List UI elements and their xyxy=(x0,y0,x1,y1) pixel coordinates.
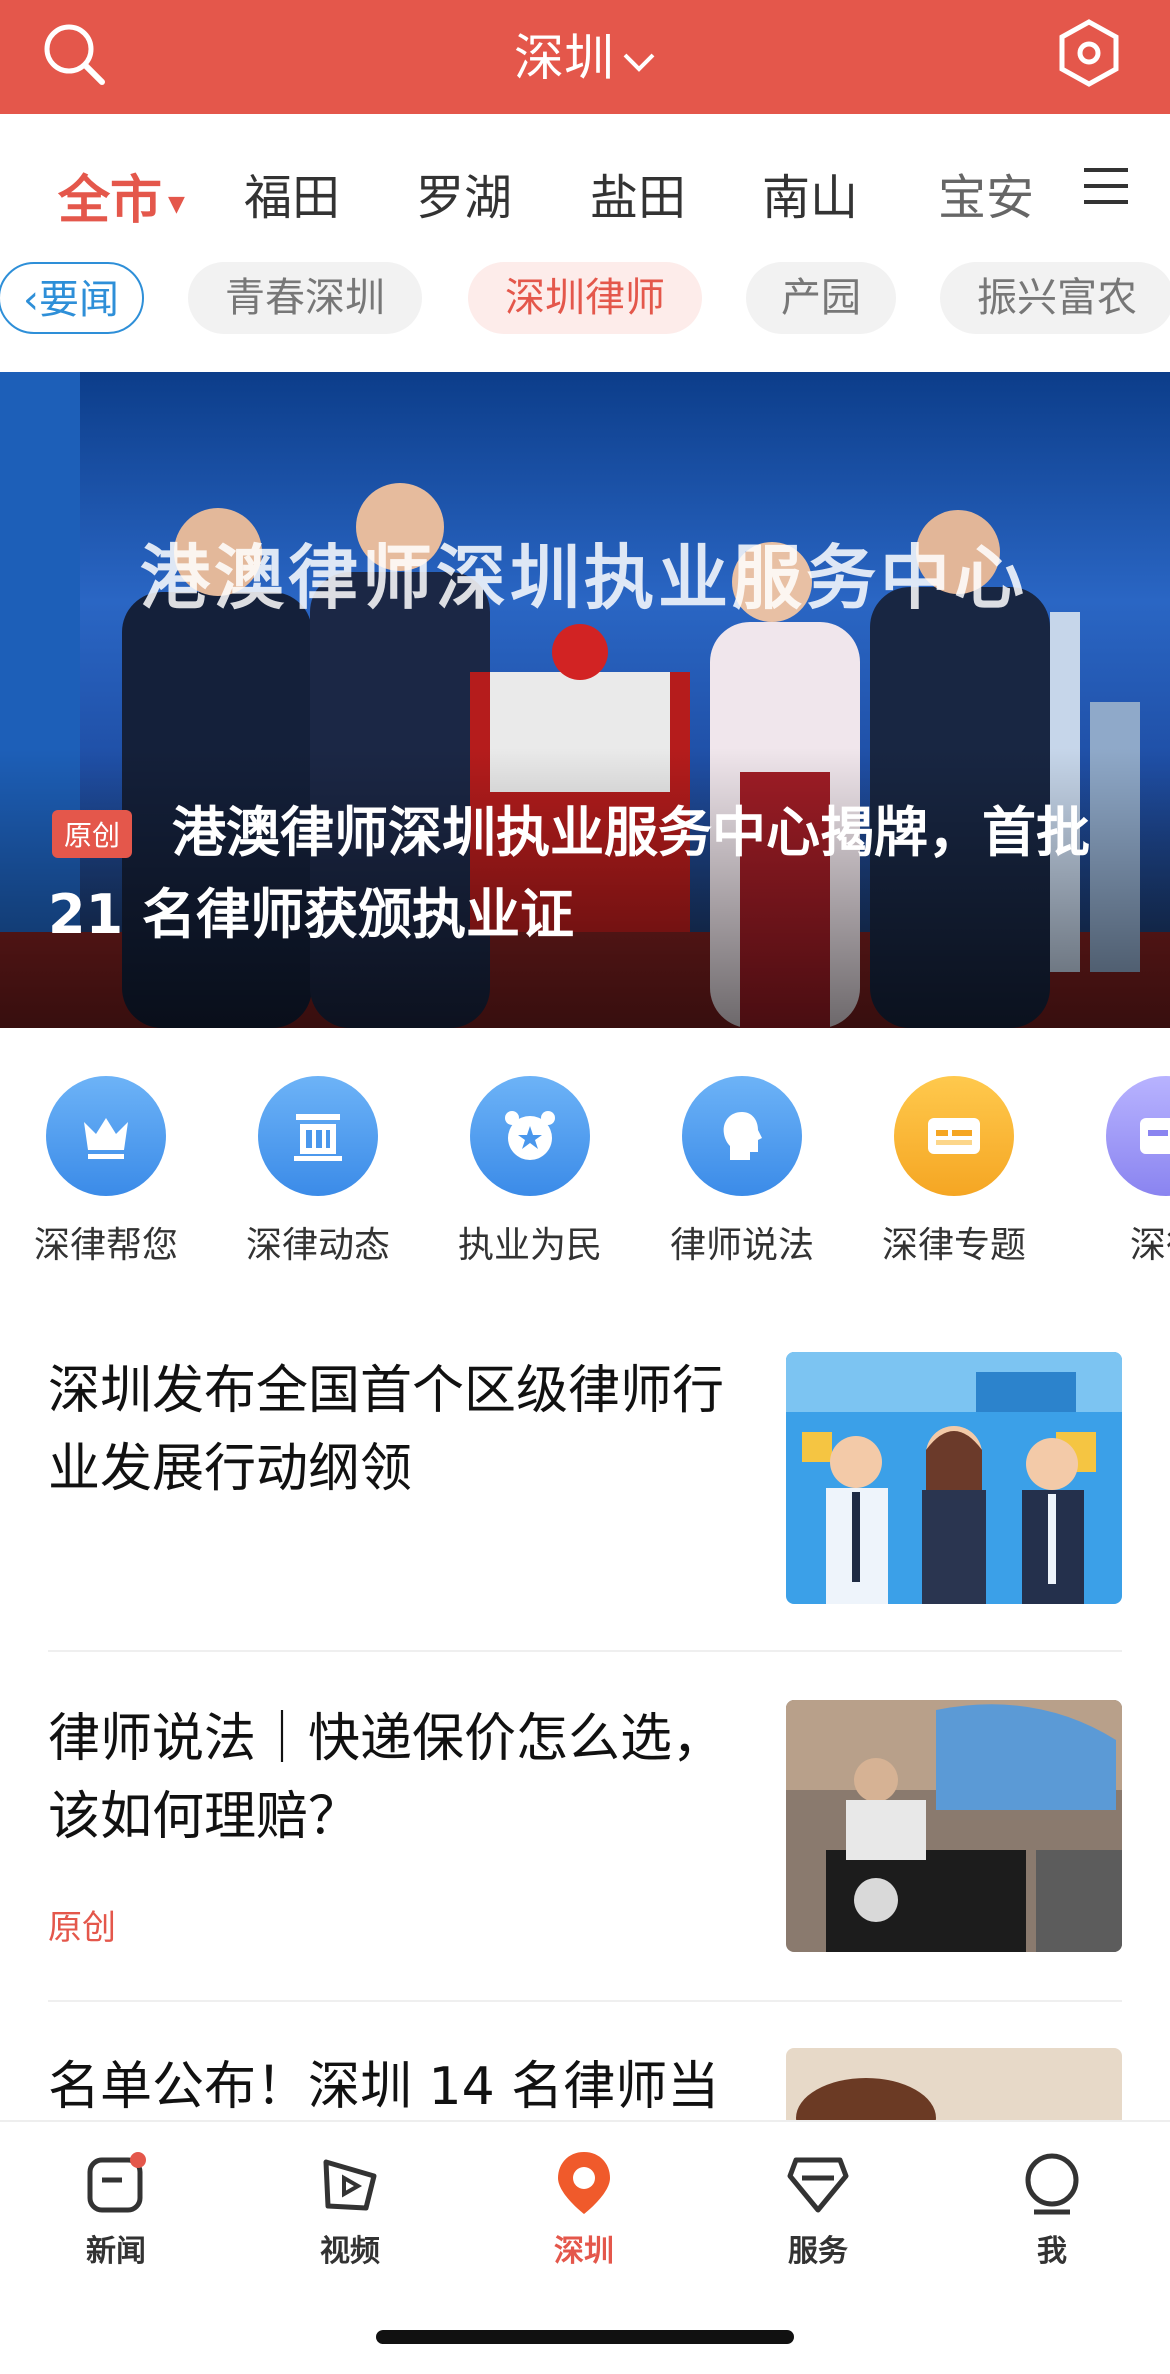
video-icon xyxy=(323,2159,377,2211)
shortcut-shenlv-news[interactable]: 深律动态 xyxy=(218,1070,418,1268)
tab-label: 全市 xyxy=(58,171,163,231)
nav-label: 我 xyxy=(1037,2234,1067,2269)
top-header: 深圳 xyxy=(0,0,1170,114)
caret-down-icon: ▼ xyxy=(168,191,185,217)
article-card[interactable]: 名单公布！深圳 14 名律师当 xyxy=(48,2048,1122,2128)
building-icon xyxy=(258,1076,378,1196)
city-selector[interactable]: 深圳 xyxy=(0,18,1170,90)
shortcut-label: 律师说法 xyxy=(669,1225,814,1266)
original-label: 原创 xyxy=(48,1908,116,1948)
head-icon xyxy=(682,1076,802,1196)
article-title: 名单公布！深圳 14 名律师当 xyxy=(48,2057,720,2117)
shortcut-shenlv-more[interactable]: 深律 xyxy=(1066,1070,1170,1268)
shortcut-shenlv-help[interactable]: 深律帮您 xyxy=(6,1070,206,1268)
nav-news[interactable]: 新闻 xyxy=(36,2148,196,2270)
chip-zhenxing-funong[interactable]: 振兴富农 xyxy=(940,262,1170,334)
shortcut-row: 深律帮您 深律动态 执业为民 律师说法 深律专题 深律 xyxy=(0,1070,1170,1270)
shortcut-label: 执业为民 xyxy=(457,1225,602,1266)
shortcut-label: 深律专题 xyxy=(881,1225,1026,1266)
shortcut-label: 深律帮您 xyxy=(33,1225,178,1266)
divider xyxy=(48,1650,1122,1652)
tab-district-nanshan[interactable]: 南山 xyxy=(762,158,858,228)
alarm-star-icon xyxy=(470,1076,590,1196)
shortcut-shenlv-topics[interactable]: 深律专题 xyxy=(854,1070,1054,1268)
shortcut-label: 深律 xyxy=(1129,1225,1170,1266)
nav-video[interactable]: 视频 xyxy=(270,2148,430,2270)
hero-banner-text: 港澳律师深圳执业服务中心 xyxy=(140,537,1028,619)
chip-label: 要闻 xyxy=(39,277,119,323)
article-card[interactable]: 深圳发布全国首个区级律师行业发展行动纲领 xyxy=(48,1352,1122,1604)
shortcut-practice-for-people[interactable]: 执业为民 xyxy=(430,1070,630,1268)
shortcut-lawyer-talk[interactable]: 律师说法 xyxy=(642,1070,842,1268)
profile-icon xyxy=(1025,2153,1079,2215)
article-title: 深圳发布全国首个区级律师行业发展行动纲领 xyxy=(48,1361,725,1499)
tab-district-all[interactable]: 全市 ▼ xyxy=(58,158,185,233)
crown-icon xyxy=(46,1076,166,1196)
tab-district-yantian[interactable]: 盐田 xyxy=(590,158,686,228)
chip-qingchun-shenzhen[interactable]: 青春深圳 xyxy=(188,262,422,334)
card-icon xyxy=(1106,1076,1170,1196)
chip-shenzhen-lawyers[interactable]: 深圳律师 xyxy=(468,262,702,334)
tab-district-baoan[interactable]: 宝安 xyxy=(938,158,1034,228)
chip-back-yaowen[interactable]: ‹要闻 xyxy=(0,262,144,334)
chevron-down-icon xyxy=(623,53,655,72)
article-title: 律师说法｜快递保价怎么选，该如何理赔？ xyxy=(48,1709,725,1847)
article-card[interactable]: 律师说法｜快递保价怎么选，该如何理赔？ 原创 xyxy=(48,1700,1122,1952)
channel-chips: ‹要闻 青春深圳 深圳律师 产园 振兴富农 xyxy=(0,262,1170,338)
original-badge: 原创 xyxy=(52,810,133,858)
card-icon xyxy=(894,1076,1014,1196)
tab-district-futian[interactable]: 福田 xyxy=(244,158,340,228)
hero-headline: 港澳律师深圳执业服务中心揭牌，首批 21 名律师获颁执业证 xyxy=(48,801,1090,946)
home-indicator xyxy=(376,2330,794,2344)
chip-chanyuan[interactable]: 产园 xyxy=(746,262,896,334)
nav-shenzhen[interactable]: 深圳 xyxy=(504,2148,664,2270)
tab-district-luohu[interactable]: 罗湖 xyxy=(416,158,512,228)
nav-label: 视频 xyxy=(320,2234,380,2269)
location-pin-icon xyxy=(558,2152,610,2214)
district-tabs: 全市 ▼ 福田 罗湖 盐田 南山 宝安 xyxy=(0,140,1170,240)
hero-carousel[interactable]: 港澳律师深圳执业服务中心 港澳律师深圳执业服务中心揭牌，首批 21 名律师获颁执… xyxy=(0,372,1170,1028)
hexagon-settings-icon[interactable] xyxy=(1054,18,1124,88)
shortcut-label: 深律动态 xyxy=(245,1225,390,1266)
nav-label: 服务 xyxy=(788,2234,848,2269)
menu-icon[interactable] xyxy=(1082,164,1130,208)
news-icon xyxy=(87,2152,146,2213)
nav-me[interactable]: 我 xyxy=(972,2148,1132,2270)
divider xyxy=(48,2000,1122,2002)
nav-label: 深圳 xyxy=(554,2234,614,2269)
article-thumbnail xyxy=(786,2048,1122,2128)
chevron-left-icon: ‹ xyxy=(23,277,39,323)
service-icon xyxy=(787,2157,849,2213)
nav-label: 新闻 xyxy=(86,2234,146,2269)
nav-service[interactable]: 服务 xyxy=(738,2148,898,2270)
article-thumbnail xyxy=(786,1700,1122,1952)
article-thumbnail xyxy=(786,1352,1122,1604)
city-label: 深圳 xyxy=(514,29,614,87)
